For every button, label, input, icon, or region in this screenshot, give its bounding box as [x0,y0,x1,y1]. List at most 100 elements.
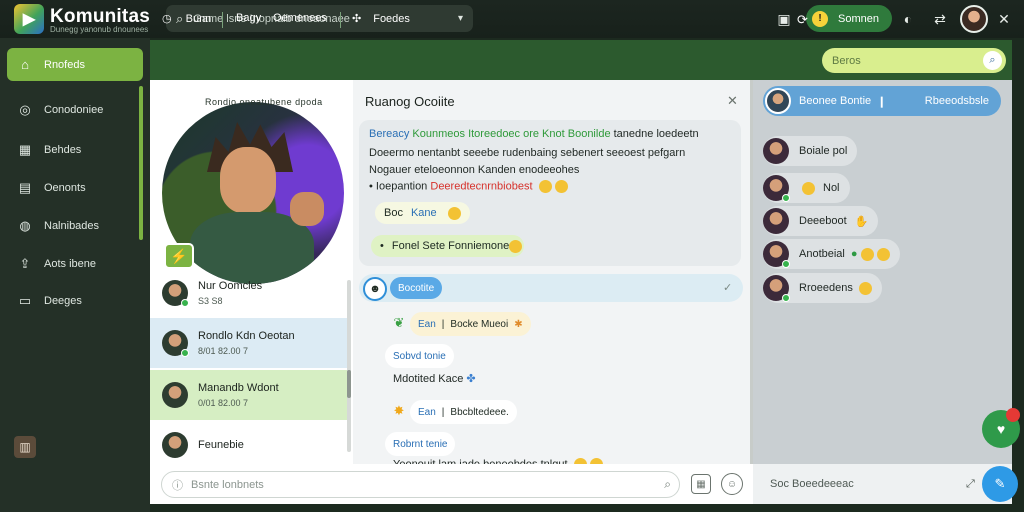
reply-chip[interactable]: Ean | Bbcbltedeee. [410,400,517,424]
member-item[interactable]: Deeeboot ✋ [763,206,879,236]
message-author-chip[interactable]: Sobvd tonie [385,344,454,368]
grid-icon: ✣ [352,13,362,25]
bullet-icon: • [369,180,373,193]
divider: | [441,318,445,330]
lightning-badge-icon: ⚡ [164,243,194,269]
post-text: Doeermo nentanbt [369,147,461,159]
chat-bubble-icon: ◍ [19,217,31,233]
clock-icon: ◷ [162,13,172,25]
sidebar-item-upload[interactable]: ⇪ Aots ibene [7,247,143,280]
avatar [162,330,189,357]
contact-row[interactable]: Rondlo Kdn Oeotan 8/01 82.00 7 [150,318,348,368]
heart-action-button[interactable]: ♥ [982,408,1020,448]
contact-name: Rondlo Kdn Oeotan [198,330,295,342]
toolbar-search-input[interactable]: Beros ⌕ [822,48,1006,73]
badge-icon: ● [850,248,858,260]
image-icon[interactable]: ▣ [774,9,794,29]
reaction-chip[interactable]: • Fonel Sete Fonniemones [371,235,524,257]
notification-badge [1006,408,1020,422]
chevron-down-icon[interactable]: ▾ [458,13,463,24]
chest-icon[interactable]: ▥ [14,436,36,458]
sidebar-item-label: Aots ibene [44,257,96,270]
reply-chip[interactable]: Ean | Bocke Mueoi ✱ [410,312,531,336]
thread-tag[interactable]: Bocotite [390,277,443,299]
hero-fist-shape [290,192,324,226]
message-author: Sobvd tonie [393,350,446,362]
message-input[interactable]: ⓘ Bsnte lonbnets ⌕ [161,471,680,498]
toolbar-item-oemenees[interactable]: Oemenees [273,12,327,24]
reply-label: Ean [418,406,436,418]
member-item[interactable]: Rroeedens [763,273,882,303]
online-dot [782,194,790,202]
member-item[interactable]: Anotbeial ● [763,239,900,269]
avatar [763,138,789,164]
sidebar-item-chats[interactable]: ◍ Nalnibades [7,209,143,242]
refresh-icon[interactable]: ⟳ [797,12,808,28]
contact-row[interactable]: Feunebie [150,420,348,470]
member-item[interactable]: Boiale pol [763,136,858,166]
sidebar-item-display[interactable]: ▭ Deeges [7,284,143,317]
help-icon[interactable]: ◐ [898,9,918,29]
online-dot [782,294,790,302]
message-input-placeholder: Bsnte lonbnets [191,478,264,491]
reply-label: Ean [418,318,436,330]
compose-button[interactable]: ✎ [982,466,1018,502]
image-icon: ▤ [18,179,32,195]
contact-name: Nur Oomcles [198,280,263,292]
sidebar-item-media[interactable]: ▤ Oenonts [7,171,143,204]
search-icon[interactable]: ⌕ [983,51,1002,70]
star-icon: ✸ [393,403,405,418]
contacts-scrollbar-thumb[interactable] [347,370,351,398]
calendar-icon: ▦ [18,141,32,157]
message-author-chip[interactable]: Robrnt tenie [385,432,456,456]
member-name: Rroeedens [799,282,853,294]
contacts-scrollbar-track[interactable] [347,280,351,452]
toolbar-item-bagy[interactable]: Bagy [236,12,261,24]
attach-icon[interactable]: ▦ [691,474,711,494]
close-icon[interactable]: ✕ [727,93,738,109]
chevron-down-icon[interactable]: ✓ [723,281,732,294]
contact-row[interactable]: Manandb Wdont 0/01 82.00 7 [150,370,348,420]
room-panel: Beonee Bontie ❙ Rbeeodsbsle Boiale pol N… [753,80,1012,504]
room-header[interactable]: Beonee Bontie ❙ Rbeeodsbsle [763,86,1001,116]
emoji-icon [509,240,522,253]
avatar [763,275,790,302]
member-item[interactable]: Nol [763,173,850,203]
toolbar-item-foedes[interactable]: ✣ Foedes [352,12,410,26]
app-brand-subtitle: Dunegg yanonub dnounees [50,25,149,34]
close-icon[interactable]: ✕ [994,9,1014,29]
user-avatar[interactable] [960,5,988,33]
leaf-icon: ❦ [393,315,405,330]
emoji-icon [876,247,890,261]
shuffle-icon[interactable]: ⇄ [930,9,950,29]
reaction-label: Fonel Sete Fonniemones [391,240,515,252]
toolbar-item-label: Bunn [185,12,212,25]
avatar: ☻ [363,277,387,301]
chat-panel: Ruanog Ocoiite ✕ Bereacy Kounmeos Itoree… [353,80,753,504]
avatar [763,175,790,202]
reaction-chip[interactable]: Boc Kane [375,202,470,224]
search-icon[interactable]: ⌕ [664,477,671,492]
contact-row[interactable]: Nur Oomcles S3 S8 [150,268,348,318]
reply-text: Bbcbltedeee. [450,406,509,418]
sidebar-item-home[interactable]: ⌂ Rnofeds [7,48,143,81]
hand-icon: ✋ [854,215,869,228]
alert-icon: ! [812,10,828,27]
toolbar-item-label: Foedes [373,12,410,25]
post-link[interactable]: Deeredtecnrnbiobest [430,180,532,192]
emoji-picker-icon[interactable]: ☺ [721,473,743,495]
expand-icon[interactable]: ⤢ [966,478,975,491]
premium-button[interactable]: ! Somnen [806,5,892,32]
bullet-icon: • [380,240,384,252]
room-input[interactable]: Soc Boeedeeeac [770,478,854,490]
toolbar-item-bunn[interactable]: ◷ Bunn [162,12,212,26]
post-author[interactable]: Bereacy [369,128,409,140]
sidebar-item-calendar[interactable]: ▦ Behdes [7,133,143,166]
sidebar-item-places[interactable]: ◎ Conodoniee [7,93,143,126]
sidebar-scrollbar[interactable] [139,86,143,240]
info-icon: ⓘ [172,479,183,492]
sidebar-item-label: Conodoniee [44,103,104,116]
compose-icon: ✎ [994,476,1006,491]
contact-meta: 8/01 82.00 7 [198,346,249,356]
toolbar-divider [222,12,223,28]
